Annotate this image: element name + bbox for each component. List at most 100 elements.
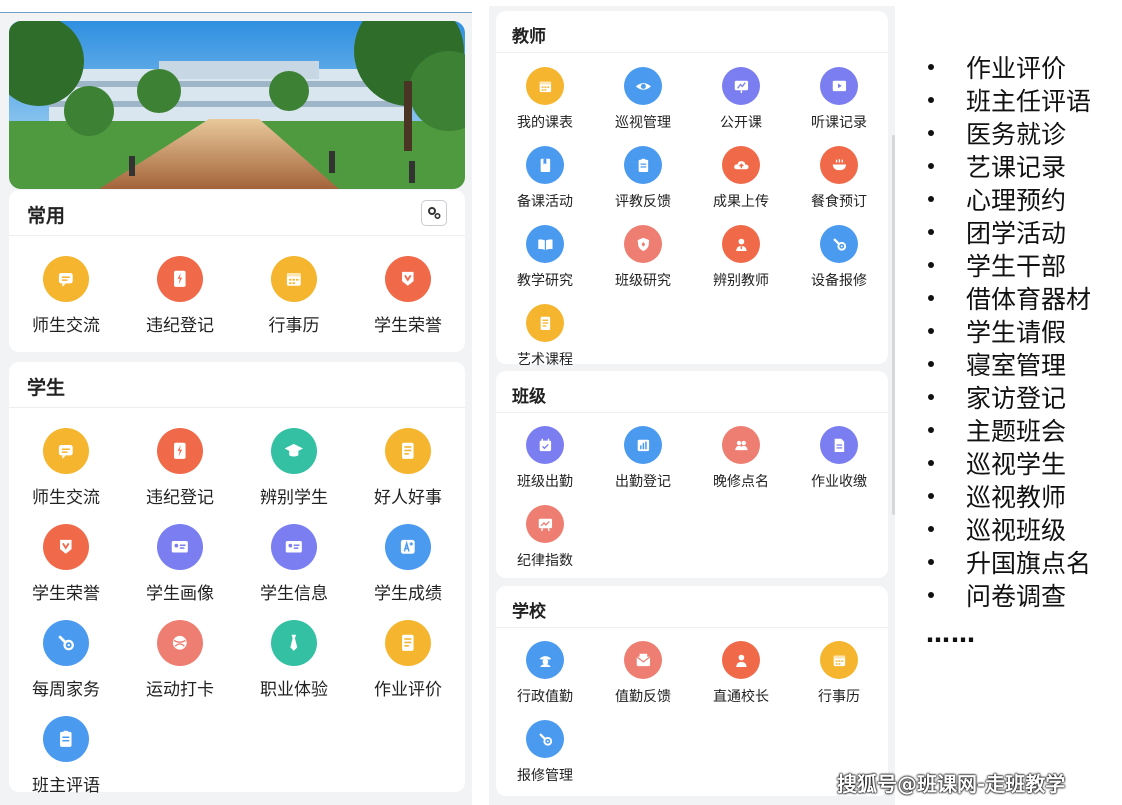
person-icon [722, 641, 760, 679]
calendar-icon [526, 67, 564, 105]
class-item[interactable]: 出勤登记 [594, 426, 692, 491]
clipboard-icon [624, 146, 662, 184]
feature-list-item: 作业评价 [922, 50, 1091, 83]
class-item[interactable]: 纪律指数 [496, 505, 594, 570]
school-item-label: 值勤反馈 [615, 689, 671, 705]
bar-chart-icon [624, 426, 662, 464]
common-item[interactable]: 师生交流 [9, 256, 123, 336]
feature-list-item: 寝室管理 [922, 347, 1091, 380]
users-icon [722, 426, 760, 464]
teacher-item[interactable]: 听课记录 [790, 67, 888, 132]
common-item-label: 学生荣誉 [374, 316, 442, 336]
teacher-item[interactable]: 餐食预订 [790, 146, 888, 211]
teacher-item-label: 艺术课程 [517, 352, 573, 368]
feature-list-item-label: 借体育器材 [966, 284, 1092, 314]
feature-list-item-label: 医务就诊 [966, 119, 1067, 149]
feature-list-item: 团学活动 [922, 215, 1091, 248]
student-item[interactable]: 学生画像 [123, 524, 237, 604]
class-item[interactable]: 班级出勤 [496, 426, 594, 491]
scrollbar[interactable] [892, 135, 895, 515]
teacher-item[interactable]: 班级研究 [594, 225, 692, 290]
class-item[interactable]: 作业收缴 [790, 426, 888, 491]
student-app-panel: 常用 师生交流 违纪登记 行事历 学生荣誉 学生 师生交流 违纪登记 辨别学生 好人好事 学生… [0, 12, 472, 805]
common-item[interactable]: 行事历 [237, 256, 351, 336]
student-item[interactable]: 学生荣誉 [9, 524, 123, 604]
common-item[interactable]: 违纪登记 [123, 256, 237, 336]
student-item[interactable]: 违纪登记 [123, 428, 237, 508]
feature-list-item-label: 学生干部 [966, 251, 1067, 281]
teacher-item[interactable]: 我的课表 [496, 67, 594, 132]
teacher-item[interactable]: 设备报修 [790, 225, 888, 290]
wrench-icon [820, 225, 858, 263]
bullet-icon [928, 360, 934, 367]
bullet-icon [928, 525, 934, 532]
bullet-icon [928, 294, 934, 301]
watermark: 搜狐号@班课网-走班教学 [837, 772, 1066, 796]
school-item-label: 直通校长 [713, 689, 769, 705]
bullet-icon [928, 228, 934, 235]
student-item[interactable]: 运动打卡 [123, 620, 237, 700]
class-item[interactable]: 晚修点名 [692, 426, 790, 491]
bullet-icon [928, 261, 934, 268]
common-grid: 师生交流 违纪登记 行事历 学生荣誉 [9, 256, 465, 336]
student-item[interactable]: 每周家务 [9, 620, 123, 700]
calendar-icon [271, 256, 317, 302]
wrench-icon [526, 720, 564, 758]
school-item[interactable]: 值勤反馈 [594, 641, 692, 706]
student-item-label: 违纪登记 [146, 488, 214, 508]
feature-list-item-label: 作业评价 [966, 53, 1067, 83]
student-item[interactable]: 职业体验 [237, 620, 351, 700]
screenshot: 常用 师生交流 违纪登记 行事历 学生荣誉 学生 师生交流 违纪登记 辨别学生 好人好事 学生… [0, 0, 1122, 805]
cloud-upload-icon [722, 146, 760, 184]
feature-list-item: 主题班会 [922, 413, 1091, 446]
teacher-item-label: 公开课 [720, 115, 762, 131]
teacher-item[interactable]: 评教反馈 [594, 146, 692, 211]
school-item[interactable]: 行政值勤 [496, 641, 594, 706]
teacher-card-header: 教师 [496, 11, 888, 53]
school-item[interactable]: 直通校长 [692, 641, 790, 706]
student-item[interactable]: 作业评价 [351, 620, 465, 700]
student-item[interactable]: 班主评语 [9, 716, 123, 796]
trend-chart-icon [526, 505, 564, 543]
feature-list-item: 班主任评语 [922, 83, 1091, 116]
student-card-header: 学生 [9, 362, 465, 408]
teacher-item[interactable]: 公开课 [692, 67, 790, 132]
student-item[interactable]: 学生成绩 [351, 524, 465, 604]
feature-list-item-label: 心理预约 [966, 185, 1067, 215]
notebook-icon [385, 428, 431, 474]
school-item[interactable]: 行事历 [790, 641, 888, 706]
student-item[interactable]: 好人好事 [351, 428, 465, 508]
teacher-item[interactable]: 教学研究 [496, 225, 594, 290]
student-card: 学生 师生交流 违纪登记 辨别学生 好人好事学生荣誉 学生画像 学生信息 学生成绩每周家务 运… [9, 362, 465, 796]
school-item[interactable]: 报修管理 [496, 720, 594, 785]
teacher-item[interactable]: 备课活动 [496, 146, 594, 211]
bullet-icon [928, 162, 934, 169]
bullet-icon [928, 492, 934, 499]
student-item-label: 好人好事 [374, 488, 442, 508]
teacher-card-title: 教师 [512, 27, 546, 47]
student-grid: 师生交流 违纪登记 辨别学生 好人好事学生荣誉 学生画像 学生信息 学生成绩每周家务 运动打卡… [9, 428, 465, 796]
settings-button[interactable] [421, 200, 447, 226]
chat-icon [43, 428, 89, 474]
student-item[interactable]: 学生信息 [237, 524, 351, 604]
guard-icon [526, 641, 564, 679]
student-item[interactable]: 师生交流 [9, 428, 123, 508]
notebook-icon [385, 620, 431, 666]
teacher-item[interactable]: 巡视管理 [594, 67, 692, 132]
student-item-label: 职业体验 [260, 680, 328, 700]
teacher-item[interactable]: 辨别教师 [692, 225, 790, 290]
class-item-label: 班级出勤 [517, 474, 573, 490]
student-item-label: 学生荣誉 [32, 584, 100, 604]
teacher-item[interactable]: 艺术课程 [496, 304, 594, 369]
list-ellipsis: …… [926, 620, 976, 648]
teacher-icon [722, 225, 760, 263]
student-item[interactable]: 辨别学生 [237, 428, 351, 508]
feature-list-item-label: 巡视教师 [966, 482, 1067, 512]
feature-list-item-label: 艺课记录 [966, 152, 1067, 182]
feature-list-item: 家访登记 [922, 380, 1091, 413]
student-item-label: 学生画像 [146, 584, 214, 604]
common-item[interactable]: 学生荣誉 [351, 256, 465, 336]
teacher-item[interactable]: 成果上传 [692, 146, 790, 211]
calendar-check-icon [526, 426, 564, 464]
bullet-icon [928, 426, 934, 433]
